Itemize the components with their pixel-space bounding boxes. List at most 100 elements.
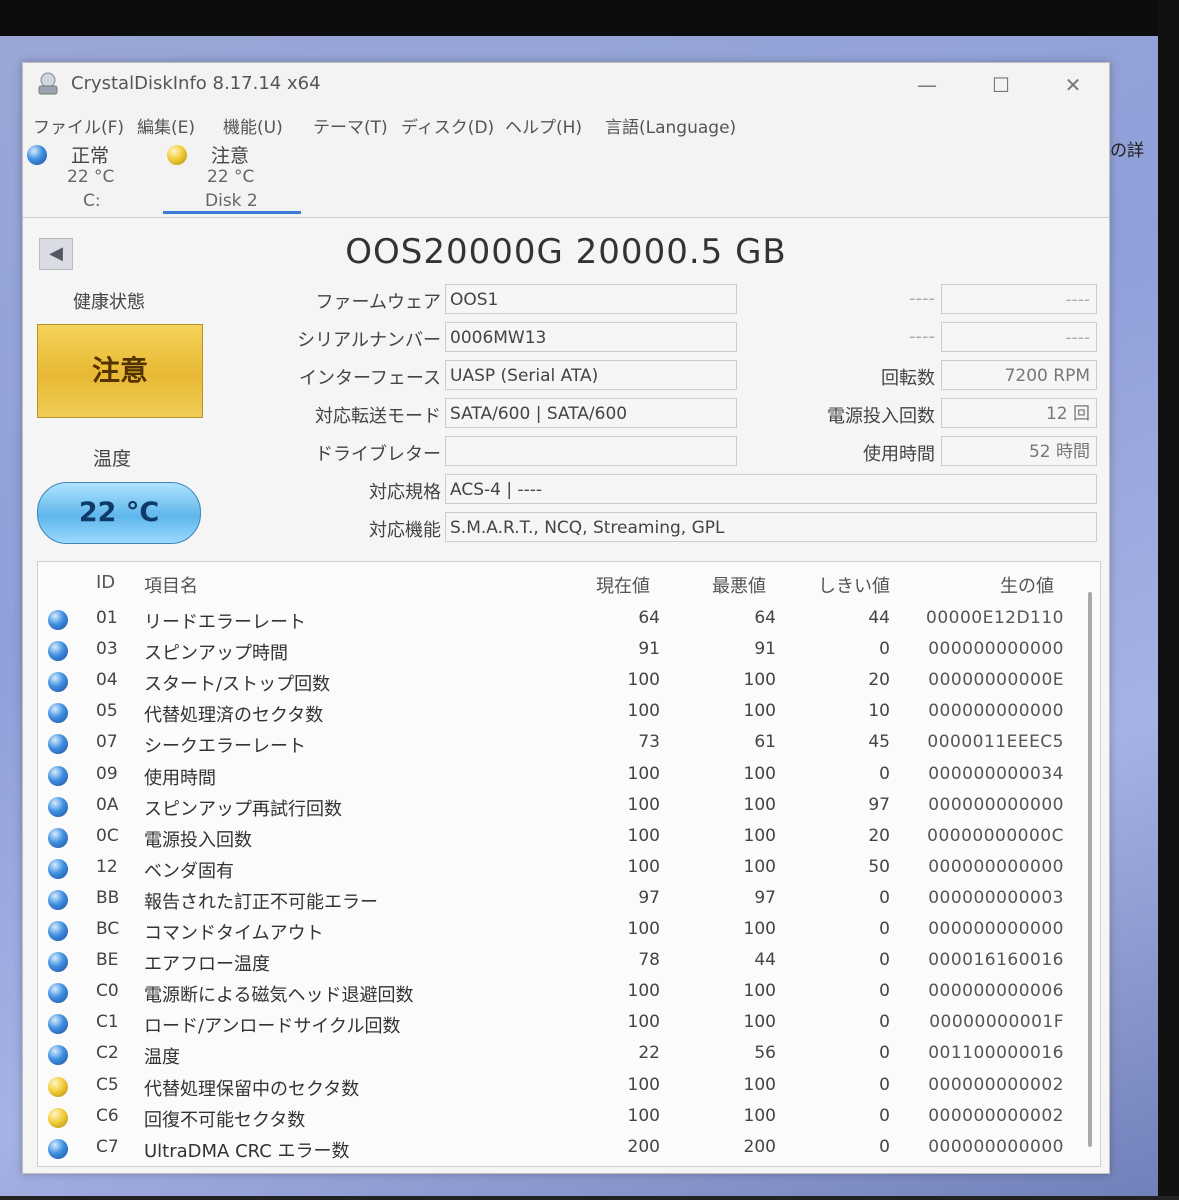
smart-current: 100	[627, 981, 660, 1002]
health-status-label: 健康状態	[73, 292, 145, 313]
menu-help[interactable]: ヘルプ(H)	[505, 113, 582, 138]
menu-edit[interactable]: 編集(E)	[137, 113, 195, 138]
smart-row[interactable]: C0 電源断による磁気ヘッド退避回数 100 100 0 000000000006	[38, 977, 1078, 1008]
smart-row[interactable]: C2 温度 22 56 0 001100000016	[38, 1039, 1078, 1070]
smart-row[interactable]: BB 報告された訂正不可能エラー 97 97 0 000000000003	[38, 884, 1078, 915]
smart-row[interactable]: C6 回復不可能セクタ数 100 100 0 000000000002	[38, 1102, 1078, 1133]
smart-current: 100	[627, 763, 660, 784]
smart-threshold: 44	[868, 608, 890, 628]
smart-current: 100	[627, 794, 660, 815]
disk-detail-panel: ◀ OOS20000G 20000.5 GB 健康状態 注意 温度 22 °C …	[23, 218, 1109, 1173]
smart-raw: 0000011EEEC5	[927, 732, 1064, 753]
smart-row[interactable]: 01 リードエラーレート 64 64 44 00000E12D110	[38, 604, 1078, 635]
smart-worst: 100	[743, 670, 776, 691]
smart-row[interactable]: 0A スピンアップ再試行回数 100 100 97 000000000000	[38, 791, 1078, 822]
smart-table-scrollbar[interactable]	[1088, 592, 1092, 1147]
smart-id: BC	[96, 919, 120, 939]
smart-row[interactable]: 07 シークエラーレート 73 61 45 0000011EEEC5	[38, 728, 1078, 759]
smart-threshold: 20	[868, 825, 890, 846]
smart-worst: 100	[743, 856, 776, 877]
column-header-threshold[interactable]: しきい値	[818, 572, 890, 598]
menu-function[interactable]: 機能(U)	[223, 113, 283, 138]
smart-raw: 000000000000	[928, 856, 1064, 877]
smart-id: 09	[96, 763, 118, 784]
disk-tab-c[interactable]: 正常 22 °C C:	[23, 139, 163, 215]
smart-row[interactable]: 09 使用時間 100 100 0 000000000034	[38, 760, 1078, 791]
smart-row[interactable]: 05 代替処理済のセクタ数 100 100 10 000000000000	[38, 697, 1078, 728]
smart-threshold: 97	[868, 794, 890, 815]
temperature-badge[interactable]: 22 °C	[37, 482, 201, 544]
smart-threshold: 0	[879, 981, 890, 1002]
smart-current: 64	[638, 608, 660, 628]
smart-row[interactable]: 04 スタート/ストップ回数 100 100 20 00000000000E	[38, 666, 1078, 697]
unknown-field-2: ----	[941, 322, 1097, 352]
status-good-icon	[48, 641, 68, 662]
smart-table[interactable]: ID 項目名 現在値 最悪値 しきい値 生の値 01 リードエラーレート 64 64 4…	[37, 561, 1101, 1167]
smart-raw: 00000000001F	[929, 1012, 1064, 1033]
disk-tab-disk2[interactable]: 注意 22 °C Disk 2	[163, 139, 303, 215]
status-good-icon	[48, 703, 68, 724]
smart-worst: 64	[754, 608, 776, 628]
smart-name: 温度	[144, 1047, 180, 1069]
title-bar[interactable]: CrystalDiskInfo 8.17.14 x64 — ☐ ✕	[23, 63, 1109, 107]
selected-tab-indicator	[163, 211, 301, 214]
smart-row[interactable]: C5 代替処理保留中のセクタ数 100 100 0 000000000002	[38, 1071, 1078, 1102]
smart-name: 回復不可能セクタ数	[144, 1109, 306, 1131]
smart-worst: 200	[743, 1136, 776, 1157]
smart-name: エアフロー温度	[144, 954, 270, 976]
smart-id: C1	[96, 1012, 119, 1033]
smart-name: スピンアップ時間	[144, 643, 288, 665]
smart-raw: 000000000002	[928, 1105, 1064, 1126]
close-button[interactable]: ✕	[1053, 69, 1093, 101]
smart-worst: 100	[743, 1074, 776, 1095]
smart-threshold: 10	[868, 701, 890, 722]
disk-status: 正常	[71, 145, 110, 167]
unknown-label-1: ----	[909, 288, 935, 309]
smart-name: ロード/アンロードサイクル回数	[144, 1016, 401, 1038]
smart-worst: 91	[754, 639, 776, 660]
smart-row[interactable]: 0C 電源投入回数 100 100 20 00000000000C	[38, 822, 1078, 853]
menu-language[interactable]: 言語(Language)	[605, 113, 736, 138]
smart-threshold: 45	[868, 732, 890, 753]
smart-name: リードエラーレート	[144, 612, 306, 633]
smart-name: ベンダ固有	[144, 860, 234, 882]
app-icon	[38, 72, 58, 95]
smart-row[interactable]: BE エアフロー温度 78 44 0 000016160016	[38, 946, 1078, 977]
smart-row[interactable]: BC コマンドタイムアウト 100 100 0 000000000000	[38, 915, 1078, 946]
monitor-bezel-right	[1158, 0, 1179, 1200]
maximize-button[interactable]: ☐	[981, 69, 1021, 101]
interface-label: インターフェース	[298, 368, 441, 389]
firmware-field: OOS1	[445, 284, 737, 314]
drive-letter-field	[445, 436, 737, 466]
column-header-current[interactable]: 現在値	[596, 572, 650, 598]
smart-threshold: 50	[868, 856, 890, 877]
menu-disk[interactable]: ディスク(D)	[401, 113, 494, 138]
smart-threshold: 0	[879, 1043, 890, 1064]
smart-id: 04	[96, 670, 118, 691]
menu-theme[interactable]: テーマ(T)	[313, 113, 388, 138]
smart-current: 100	[627, 856, 660, 877]
column-header-id[interactable]: ID	[96, 572, 115, 593]
smart-threshold: 20	[868, 670, 890, 691]
smart-row[interactable]: 03 スピンアップ時間 91 91 0 000000000000	[38, 635, 1078, 666]
smart-threshold: 0	[879, 919, 890, 939]
crystaldiskinfo-window: CrystalDiskInfo 8.17.14 x64 — ☐ ✕ ファイル(F…	[22, 62, 1110, 1174]
smart-raw: 000000000006	[928, 981, 1064, 1002]
smart-threshold: 0	[879, 950, 890, 971]
smart-id: C7	[96, 1136, 119, 1157]
smart-threshold: 0	[879, 1012, 890, 1033]
temperature-label: 温度	[93, 448, 132, 470]
smart-row[interactable]: C1 ロード/アンロードサイクル回数 100 100 0 00000000001F	[38, 1008, 1078, 1039]
status-good-icon	[48, 1014, 68, 1035]
smart-raw: 001100000016	[928, 1043, 1064, 1064]
status-good-icon	[48, 672, 68, 693]
column-header-raw[interactable]: 生の値	[1000, 572, 1054, 598]
smart-raw: 000000000000	[928, 701, 1064, 722]
menu-file[interactable]: ファイル(F)	[33, 113, 124, 138]
column-header-name[interactable]: 項目名	[144, 572, 198, 598]
smart-row[interactable]: C7 UltraDMA CRC エラー数 200 200 0 000000000000	[38, 1133, 1078, 1164]
minimize-button[interactable]: —	[907, 69, 947, 101]
column-header-worst[interactable]: 最悪値	[712, 572, 766, 598]
health-status-badge[interactable]: 注意	[37, 324, 203, 418]
smart-row[interactable]: 12 ベンダ固有 100 100 50 000000000000	[38, 853, 1078, 884]
